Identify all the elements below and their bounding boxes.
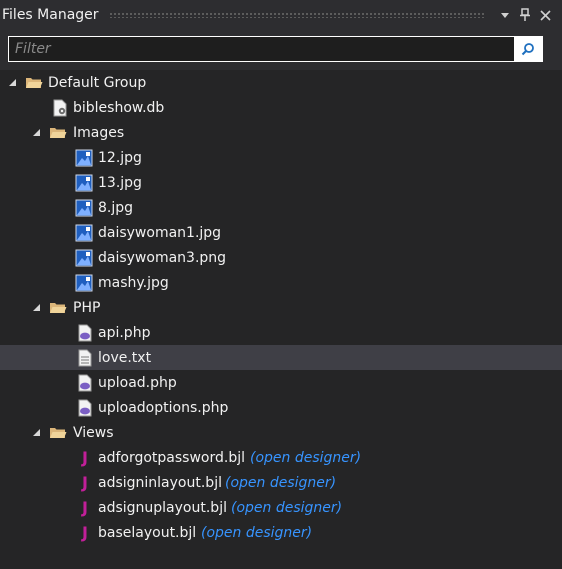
- filter-input[interactable]: [9, 37, 514, 61]
- pin-icon: [520, 8, 530, 21]
- file-tree: Default Group bibleshow.db Images 12.jpg: [0, 70, 562, 545]
- open-designer-link[interactable]: (open designer): [250, 450, 361, 466]
- text-file-icon: [76, 349, 94, 367]
- drag-grip[interactable]: [108, 12, 486, 18]
- tree-label: Images: [73, 124, 125, 141]
- close-button[interactable]: [536, 6, 554, 24]
- tree-label: adsignuplayout.bjl: [98, 499, 227, 516]
- tree-label: baselayout.bjl: [98, 524, 197, 541]
- tree-node-file[interactable]: api.php: [0, 320, 562, 345]
- bjl-file-icon: J: [82, 523, 88, 542]
- open-designer-link[interactable]: (open designer): [201, 525, 312, 541]
- tree-label: love.txt: [98, 349, 152, 366]
- tree-node-file[interactable]: 8.jpg: [0, 195, 562, 220]
- chevron-down-icon: [501, 13, 509, 18]
- tree-label: mashy.jpg: [98, 274, 169, 291]
- tree-node-file[interactable]: uploadoptions.php: [0, 395, 562, 420]
- open-designer-link[interactable]: (open designer): [231, 500, 342, 516]
- image-file-icon: [75, 249, 93, 267]
- tree-label: PHP: [73, 299, 101, 316]
- tree-node-file[interactable]: J adforgotpassword.bjl (open designer): [0, 445, 562, 470]
- tree-node-images[interactable]: Images: [0, 120, 562, 145]
- tree-node-file[interactable]: upload.php: [0, 370, 562, 395]
- panel-title: Files Manager: [2, 7, 99, 23]
- tree-node-file[interactable]: J adsigninlayout.bjl (open designer): [0, 470, 562, 495]
- tree-node-file-selected[interactable]: love.txt: [0, 345, 562, 370]
- tree-label: 13.jpg: [98, 174, 142, 191]
- tree-node-file[interactable]: mashy.jpg: [0, 270, 562, 295]
- tree-label: Default Group: [48, 74, 147, 91]
- php-file-icon: [76, 399, 94, 417]
- tree-node-file[interactable]: 12.jpg: [0, 145, 562, 170]
- php-file-icon: [76, 374, 94, 392]
- image-file-icon: [75, 174, 93, 192]
- tree-label: bibleshow.db: [73, 99, 165, 116]
- tree-node-php[interactable]: PHP: [0, 295, 562, 320]
- dropdown-button[interactable]: [496, 6, 514, 24]
- tree-label: api.php: [98, 324, 151, 341]
- tree-node-default-group[interactable]: Default Group: [0, 70, 562, 95]
- expanded-arrow-icon[interactable]: [30, 302, 42, 314]
- tree-label: Views: [73, 424, 114, 441]
- tree-node-file[interactable]: J baselayout.bjl (open designer): [0, 520, 562, 545]
- search-box: [8, 36, 543, 62]
- tree-label: 8.jpg: [98, 199, 134, 216]
- image-file-icon: [75, 224, 93, 242]
- tree-label: upload.php: [98, 374, 177, 391]
- tree-label: daisywoman1.jpg: [98, 224, 222, 241]
- bjl-file-icon: J: [82, 473, 88, 492]
- search-bar: [0, 30, 562, 70]
- tree-node-file[interactable]: daisywoman3.png: [0, 245, 562, 270]
- tree-node-file[interactable]: bibleshow.db: [0, 95, 562, 120]
- close-icon: [539, 9, 551, 21]
- image-file-icon: [75, 274, 93, 292]
- image-file-icon: [75, 149, 93, 167]
- image-file-icon: [75, 199, 93, 217]
- expanded-arrow-icon[interactable]: [6, 77, 18, 89]
- folder-open-icon: [49, 299, 67, 317]
- tree-label: daisywoman3.png: [98, 249, 227, 266]
- expanded-arrow-icon[interactable]: [30, 427, 42, 439]
- tree-label: adsigninlayout.bjl: [98, 474, 222, 491]
- search-icon: [521, 43, 534, 56]
- tree-node-file[interactable]: daisywoman1.jpg: [0, 220, 562, 245]
- pin-button[interactable]: [516, 6, 534, 24]
- database-file-icon: [51, 99, 69, 117]
- folder-open-icon: [49, 124, 67, 142]
- search-button[interactable]: [514, 37, 542, 61]
- panel-titlebar: Files Manager: [0, 0, 562, 30]
- tree-label: 12.jpg: [98, 149, 142, 166]
- expanded-arrow-icon[interactable]: [30, 127, 42, 139]
- tree-label: adforgotpassword.bjl: [98, 449, 245, 466]
- folder-open-icon: [25, 74, 43, 92]
- tree-label: uploadoptions.php: [98, 399, 229, 416]
- tree-node-file[interactable]: J adsignuplayout.bjl (open designer): [0, 495, 562, 520]
- folder-open-icon: [49, 424, 67, 442]
- bjl-file-icon: J: [82, 498, 88, 517]
- php-file-icon: [76, 324, 94, 342]
- tree-node-views[interactable]: Views: [0, 420, 562, 445]
- open-designer-link[interactable]: (open designer): [225, 475, 336, 491]
- tree-node-file[interactable]: 13.jpg: [0, 170, 562, 195]
- bjl-file-icon: J: [82, 448, 88, 467]
